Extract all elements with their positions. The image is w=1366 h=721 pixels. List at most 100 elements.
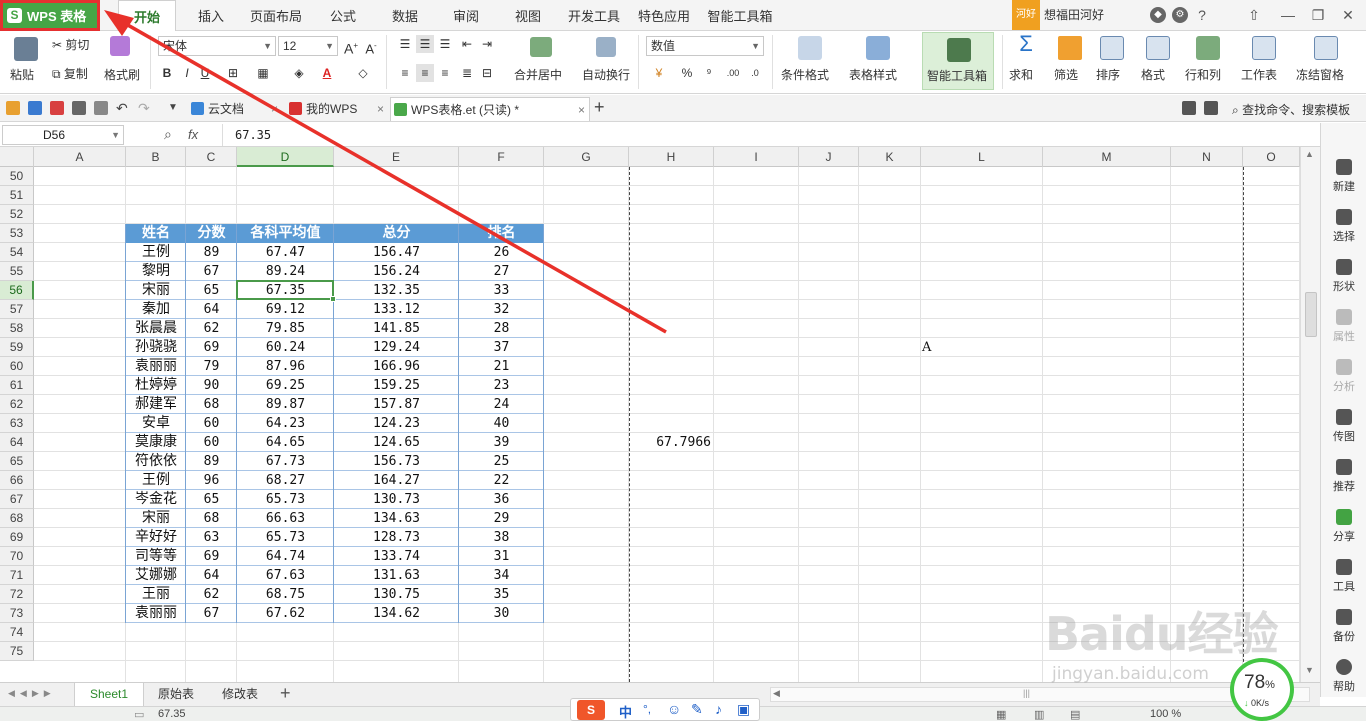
worksheet-button[interactable]: 工作表 [1241,66,1277,83]
table-cell[interactable]: 69.12 [237,300,334,319]
menu-tab-3[interactable]: 页面布局 [245,0,307,31]
row-header[interactable]: 72 [0,585,34,604]
filter-button[interactable]: 筛选 [1054,66,1078,83]
row-header[interactable]: 56 [0,281,34,300]
table-cell[interactable]: 65.73 [237,490,334,509]
table-cell[interactable]: 67.62 [237,604,334,623]
table-cell[interactable]: 孙骁骁 [126,338,186,357]
merge-center-icon[interactable] [530,37,552,57]
row-header[interactable]: 59 [0,338,34,357]
print-preview-icon[interactable] [94,101,108,115]
table-cell[interactable]: 符依依 [126,452,186,471]
column-header-h[interactable]: H [629,147,714,167]
table-cell[interactable]: 35 [459,585,544,604]
justify-icon[interactable]: ≣ [458,64,476,82]
table-cell[interactable]: 67.47 [237,243,334,262]
fill-pattern-icon[interactable]: ▦ [254,64,272,82]
table-cell[interactable]: 79 [186,357,237,376]
table-cell[interactable]: 130.73 [334,490,459,509]
table-cell[interactable]: 36 [459,490,544,509]
border-icon[interactable]: ⊞ [224,64,242,82]
table-cell[interactable]: 64 [186,300,237,319]
table-cell[interactable]: 62 [186,585,237,604]
table-cell[interactable]: 23 [459,376,544,395]
scroll-down-icon[interactable]: ▼ [1305,665,1314,675]
page-break-icon[interactable]: ▤ [1070,708,1080,721]
menu-tab-5[interactable]: 数据 [380,0,430,31]
network-speed-widget[interactable]: 78% ↓ 0K/s [1230,658,1294,721]
table-cell[interactable]: 艾娜娜 [126,566,186,585]
table-style-button[interactable]: 表格样式 [849,66,897,83]
table-cell[interactable]: 37 [459,338,544,357]
table-cell[interactable]: 96 [186,471,237,490]
wps-app-menu-button[interactable]: S WPS 表格 [0,0,100,31]
row-header[interactable]: 71 [0,566,34,585]
table-cell[interactable]: 黎明 [126,262,186,281]
row-col-icon[interactable] [1196,36,1220,60]
align-center-icon[interactable]: ≡ [416,64,434,82]
close-tab-icon[interactable]: × [578,98,585,122]
row-header[interactable]: 66 [0,471,34,490]
skin-icon[interactable]: ◆ [1150,7,1166,23]
table-cell[interactable]: 张晨晨 [126,319,186,338]
decrease-font-icon[interactable]: A- [362,37,380,56]
table-cell[interactable]: 63 [186,528,237,547]
decrease-decimal-icon[interactable]: .0 [746,64,764,82]
table-cell[interactable]: 65.73 [237,528,334,547]
table-cell[interactable]: 68.27 [237,471,334,490]
menu-tab-4[interactable]: 公式 [320,0,366,31]
minimize-button[interactable]: — [1274,0,1302,30]
doc-tab-2[interactable]: 我的WPS × [286,97,388,121]
cut-button[interactable]: ✂ 剪切 [52,36,89,53]
row-header[interactable]: 60 [0,357,34,376]
sidebar-recommend-button[interactable]: 推荐 [1321,459,1366,494]
increase-decimal-icon[interactable]: .00 [724,64,742,82]
sum-icon[interactable]: Σ [1014,33,1038,61]
ime-skin-icon[interactable]: ▣ [737,701,750,718]
table-cell[interactable]: 65 [186,490,237,509]
close-button[interactable]: ✕ [1334,0,1362,30]
table-cell[interactable]: 68 [186,395,237,414]
table-cell[interactable]: 130.75 [334,585,459,604]
row-header[interactable]: 51 [0,186,34,205]
monitor-icon[interactable] [1182,101,1196,115]
row-header[interactable]: 64 [0,433,34,452]
table-cell[interactable]: 60.24 [237,338,334,357]
share-icon[interactable] [1204,101,1218,115]
table-cell[interactable]: 秦加 [126,300,186,319]
doc-tab-3[interactable]: WPS表格.et (只读) * × [390,97,590,121]
thousands-button[interactable]: ⁹ [700,64,718,82]
align-right-icon[interactable]: ≡ [436,64,454,82]
table-cell[interactable]: 67.63 [237,566,334,585]
sort-button[interactable]: 排序 [1096,66,1120,83]
column-header-f[interactable]: F [459,147,544,167]
table-cell[interactable]: 王例 [126,243,186,262]
font-color-button[interactable]: A [318,64,336,82]
table-cell[interactable]: 司等等 [126,547,186,566]
table-cell[interactable]: 157.87 [334,395,459,414]
indent-decrease-icon[interactable]: ⇤ [458,35,476,53]
row-header[interactable]: 67 [0,490,34,509]
table-cell[interactable]: 129.24 [334,338,459,357]
table-cell[interactable]: 29 [459,509,544,528]
table-cell[interactable]: 69 [186,338,237,357]
fill-handle[interactable] [330,296,336,302]
column-header-i[interactable]: I [714,147,799,167]
table-cell[interactable]: 156.73 [334,452,459,471]
column-header-d[interactable]: D [237,147,334,167]
font-name-select[interactable]: 宋体 ▼ [158,36,276,56]
cond-format-icon[interactable] [798,36,822,60]
menu-tab-6[interactable]: 审阅 [442,0,490,31]
column-header-l[interactable]: L [921,147,1043,167]
table-style-icon[interactable] [866,36,890,60]
sheet-nav-arrows-icon[interactable]: ◀◀▶▶ [8,688,56,699]
table-cell[interactable]: 袁丽丽 [126,604,186,623]
scroll-up-icon[interactable]: ▲ [1305,149,1314,159]
table-cell[interactable]: 159.25 [334,376,459,395]
table-cell[interactable]: 21 [459,357,544,376]
table-cell[interactable]: 66.63 [237,509,334,528]
table-cell[interactable]: 124.23 [334,414,459,433]
table-cell[interactable]: 34 [459,566,544,585]
cond-format-button[interactable]: 条件格式 [781,66,829,83]
distribute-icon[interactable]: ⊟ [478,64,496,82]
